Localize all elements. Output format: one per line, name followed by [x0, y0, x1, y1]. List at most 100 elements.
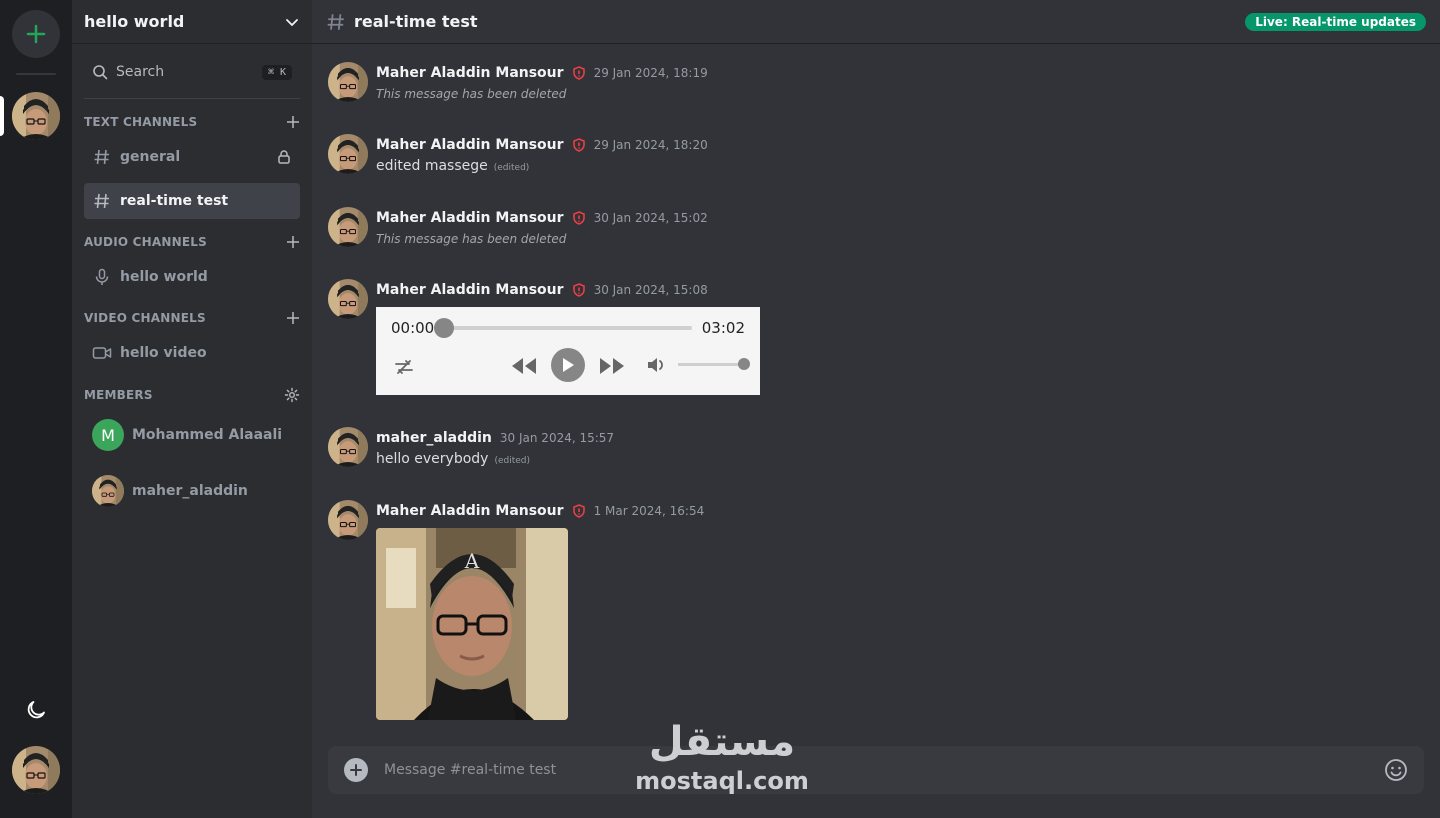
play-icon	[563, 358, 574, 372]
audio-current-time: 00:00	[391, 319, 435, 337]
channel-label: real-time test	[120, 193, 229, 209]
channel-real-time-test[interactable]: real-time test	[84, 183, 300, 219]
section-video-channels: VIDEO CHANNELS	[84, 311, 300, 325]
channel-label: hello video	[120, 345, 207, 361]
rail-divider	[16, 73, 56, 75]
add-audio-channel-icon[interactable]	[286, 235, 300, 249]
volume-slider[interactable]	[678, 363, 744, 366]
channel-video-hello-video[interactable]: hello video	[84, 335, 300, 371]
attach-button[interactable]	[344, 758, 368, 782]
microphone-icon	[92, 267, 112, 287]
message-author[interactable]: Maher Aladdin Mansour	[376, 137, 564, 153]
fast-forward-icon[interactable]	[598, 355, 626, 377]
message-timestamp: 29 Jan 2024, 18:19	[593, 66, 708, 80]
hash-icon	[92, 147, 112, 167]
channel-label: hello world	[120, 269, 208, 285]
add-server-button[interactable]	[12, 10, 60, 58]
message-author[interactable]: Maher Aladdin Mansour	[376, 282, 564, 298]
server-rail	[0, 0, 72, 818]
search-icon	[93, 65, 108, 80]
message-composer	[328, 746, 1424, 794]
admin-shield-icon	[572, 504, 586, 518]
message-timestamp: 1 Mar 2024, 16:54	[593, 504, 705, 518]
svg-text:A: A	[464, 549, 480, 573]
volume-icon[interactable]	[646, 354, 670, 376]
play-button[interactable]	[551, 348, 585, 382]
chat-header: real-time test Live: Real-time updates	[312, 0, 1440, 44]
audio-player: 00:00 03:02	[376, 307, 760, 395]
server-header[interactable]: hello world	[72, 0, 312, 44]
avatar[interactable]	[328, 134, 368, 174]
hash-icon	[92, 191, 112, 211]
avatar[interactable]	[328, 500, 368, 540]
avatar[interactable]	[328, 427, 368, 467]
emoji-icon[interactable]	[1384, 758, 1408, 782]
user-avatar-button[interactable]	[12, 746, 60, 794]
message-timestamp: 30 Jan 2024, 15:57	[499, 431, 615, 445]
live-status-badge: Live: Real-time updates	[1245, 12, 1426, 31]
loop-icon[interactable]	[392, 355, 416, 379]
avatar[interactable]	[328, 62, 368, 102]
avatar[interactable]	[328, 279, 368, 319]
member-name: maher_aladdin	[132, 483, 248, 499]
chat-panel: real-time test Live: Real-time updates M…	[312, 0, 1440, 818]
deleted-message-text: This message has been deleted	[376, 87, 567, 101]
rewind-icon[interactable]	[510, 355, 538, 377]
section-title-text: MEMBERS	[84, 388, 153, 402]
section-title-text: AUDIO CHANNELS	[84, 235, 207, 249]
admin-shield-icon	[572, 66, 586, 80]
plus-icon	[26, 24, 46, 44]
channel-sidebar: hello world Search ⌘ K TEXT CHANNELS gen…	[72, 0, 312, 818]
message-author[interactable]: maher_aladdin	[376, 430, 492, 446]
volume-handle[interactable]	[738, 358, 750, 370]
theme-toggle-moon-icon[interactable]	[24, 698, 48, 722]
image-attachment[interactable]: A	[376, 528, 568, 720]
audio-duration: 03:02	[701, 319, 745, 337]
member-maher-aladdin[interactable]: maher_aladdin	[84, 471, 300, 511]
lock-icon	[278, 150, 290, 164]
plus-icon	[350, 764, 362, 776]
channel-general[interactable]: general	[84, 139, 300, 175]
avatar[interactable]	[328, 207, 368, 247]
add-text-channel-icon[interactable]	[286, 115, 300, 129]
message-text: edited massege	[376, 158, 488, 174]
channel-audio-hello-world[interactable]: hello world	[84, 259, 300, 295]
edited-tag: (edited)	[493, 163, 530, 173]
search-label: Search	[116, 64, 165, 80]
admin-shield-icon	[572, 283, 586, 297]
message-input[interactable]	[384, 762, 1384, 778]
message-timestamp: 29 Jan 2024, 18:20	[593, 138, 708, 152]
member-mohammed-alaaali[interactable]: M Mohammed Alaaali	[84, 415, 300, 455]
message-author[interactable]: Maher Aladdin Mansour	[376, 65, 564, 81]
message-text: hello everybody	[376, 451, 489, 467]
avatar	[92, 475, 124, 507]
admin-shield-icon	[572, 211, 586, 225]
server-icon-hello-world[interactable]	[12, 92, 60, 140]
sidebar-divider	[84, 98, 300, 99]
section-text-channels: TEXT CHANNELS	[84, 115, 300, 129]
channel-label: general	[120, 149, 181, 165]
message-author[interactable]: Maher Aladdin Mansour	[376, 503, 564, 519]
audio-progress-bar[interactable]	[444, 326, 692, 330]
chat-title: real-time test	[354, 12, 478, 31]
search-button[interactable]: Search ⌘ K	[84, 56, 300, 88]
deleted-message-text: This message has been deleted	[376, 232, 567, 246]
member-name: Mohammed Alaaali	[132, 427, 283, 443]
audio-progress-handle[interactable]	[434, 318, 454, 338]
video-camera-icon	[92, 343, 112, 363]
edited-tag: (edited)	[494, 456, 531, 466]
section-members: MEMBERS	[84, 387, 300, 403]
server-name: hello world	[84, 12, 185, 31]
section-audio-channels: AUDIO CHANNELS	[84, 235, 300, 249]
add-video-channel-icon[interactable]	[286, 311, 300, 325]
message-timestamp: 30 Jan 2024, 15:02	[593, 211, 708, 225]
active-server-indicator	[0, 96, 4, 136]
message-author[interactable]: Maher Aladdin Mansour	[376, 210, 564, 226]
avatar: M	[92, 419, 124, 451]
message-timestamp: 30 Jan 2024, 15:08	[593, 283, 708, 297]
section-title-text: TEXT CHANNELS	[84, 115, 198, 129]
chevron-down-icon	[286, 18, 298, 26]
hash-icon	[327, 13, 344, 30]
search-shortcut: ⌘ K	[261, 64, 292, 80]
gear-icon[interactable]	[284, 387, 300, 403]
